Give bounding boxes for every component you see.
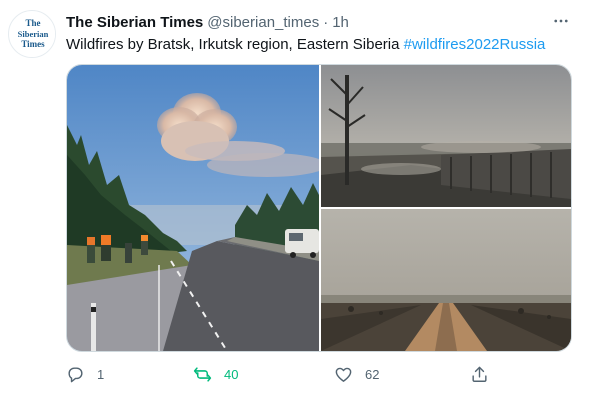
reply-button[interactable]: 1 (66, 360, 104, 388)
retweet-count: 40 (224, 366, 239, 382)
more-options-button[interactable] (550, 10, 572, 32)
share-button[interactable] (470, 360, 489, 388)
photo-burnt-fence[interactable] (321, 65, 571, 207)
photo-road-smoke-plume[interactable] (67, 65, 319, 351)
heart-icon (335, 367, 352, 382)
reply-icon (68, 366, 83, 382)
user-handle[interactable]: @siberian_times (207, 14, 319, 31)
photo-smoky-road-image (321, 209, 571, 351)
photo-smoky-road[interactable] (321, 209, 571, 351)
retweet-button[interactable]: 40 (193, 360, 238, 388)
more-horizontal-icon (554, 19, 568, 23)
svg-text:Times: Times (21, 39, 45, 49)
tweet[interactable]: The Siberian Times The Siberian Times @s… (0, 0, 590, 393)
retweet-icon (193, 366, 212, 382)
tweet-timestamp[interactable]: 1h (332, 14, 349, 31)
tweet-body-text: Wildfires by Bratsk, Irkutsk region, Eas… (66, 36, 404, 53)
siberian-times-logo: The Siberian Times (10, 12, 55, 57)
photo-road-smoke-plume-image (67, 65, 319, 351)
tweet-header: The Siberian Times @siberian_times · 1h (66, 11, 349, 33)
like-count: 62 (365, 366, 380, 382)
photo-burnt-fence-image (321, 65, 571, 207)
tweet-text: Wildfires by Bratsk, Irkutsk region, Eas… (66, 35, 545, 55)
avatar[interactable]: The Siberian Times (8, 10, 56, 58)
display-name[interactable]: The Siberian Times (66, 14, 203, 31)
media-grid (66, 64, 572, 352)
svg-text:Siberian: Siberian (18, 29, 49, 39)
share-icon (472, 366, 487, 382)
svg-text:The: The (25, 18, 40, 28)
reply-count: 1 (97, 366, 105, 382)
hashtag-link[interactable]: #wildfires2022Russia (404, 36, 546, 53)
tweet-actions: 1 40 62 (66, 360, 506, 388)
separator-dot: · (323, 13, 329, 31)
like-button[interactable]: 62 (334, 360, 379, 388)
